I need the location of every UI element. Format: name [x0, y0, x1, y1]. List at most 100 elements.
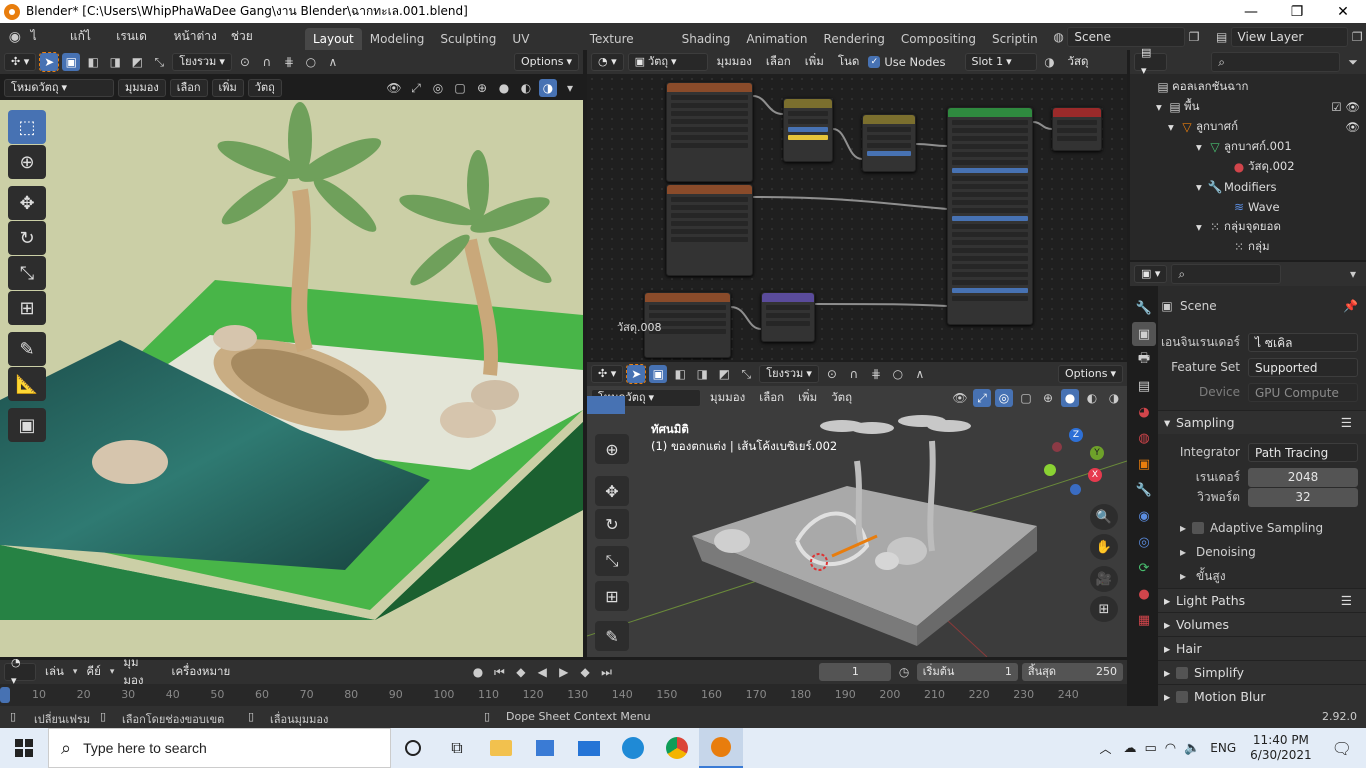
vp2-rotate-tool-icon[interactable]: ↻ [595, 509, 629, 539]
timeline-type-button[interactable]: ◔ ▾ [4, 656, 37, 687]
vp2-pivot-icon[interactable]: ⊙ [823, 365, 841, 383]
taskbar-search-box[interactable]: ⌕ Type here to search [48, 728, 391, 768]
motion-blur-section[interactable]: ▸ Motion Blur [1158, 684, 1366, 708]
view-layer-tab-icon[interactable]: ▤ [1132, 374, 1156, 398]
volume-icon[interactable]: 🔈 [1184, 741, 1200, 756]
shader-type-dropdown[interactable]: ▣ วัตถุ ▾ [627, 53, 708, 71]
adaptive-sampling-row[interactable]: ▸ Adaptive Sampling [1158, 517, 1366, 539]
add-menu[interactable]: เพิ่ม [211, 79, 244, 97]
menu-render[interactable]: เรนเดอร์ [109, 23, 166, 70]
scene-icon[interactable]: ◍ [1050, 28, 1068, 46]
normal-map-node[interactable] [761, 292, 815, 342]
select-mode-subtract-icon[interactable]: ◨ [106, 53, 124, 71]
scene-tab-icon[interactable]: ◕ [1132, 400, 1156, 424]
constraints-tab-icon[interactable]: ⟳ [1132, 556, 1156, 580]
select-menu[interactable]: เลือก [169, 79, 208, 97]
material-tab-icon[interactable]: ● [1132, 582, 1156, 606]
wifi-icon[interactable]: ◠ [1165, 741, 1176, 756]
modifier-tab-icon[interactable]: 🔧 [1132, 478, 1156, 502]
vp2-select-mode-subtract-icon[interactable]: ◨ [693, 365, 711, 383]
image-texture-node-1[interactable] [666, 82, 753, 182]
cortana-icon[interactable] [391, 728, 435, 768]
viewport-solid[interactable]: โหมดวัตถุ ▾ มุมมอง เลือก เพิ่ม วัตถุ 👁 ⤢… [587, 386, 1127, 657]
material-shading-icon[interactable]: ◐ [517, 79, 535, 97]
vp2-snap-target-icon[interactable]: ⋕ [867, 365, 885, 383]
sampling-section[interactable]: ▾ Sampling ☰ [1158, 410, 1366, 434]
clock[interactable]: 11:40 PM 6/30/2021 [1250, 733, 1312, 763]
vp2-annotate-tool-icon[interactable]: ✎ [595, 621, 629, 651]
vp2-select-mode-new-icon[interactable]: ▣ [649, 365, 668, 383]
device-dropdown[interactable]: GPU Compute [1248, 382, 1358, 402]
object-menu[interactable]: วัตถุ [247, 79, 282, 97]
node-view-menu[interactable]: มุมมอง [712, 53, 757, 71]
menu-window[interactable]: หน้าต่าง [167, 23, 224, 50]
tool-tab-icon[interactable]: 🔧 [1132, 296, 1156, 320]
tab-texture-paint[interactable]: Texture Paint [582, 28, 674, 68]
tray-chevron-icon[interactable]: ︿ [1099, 740, 1111, 757]
material-output-node[interactable] [1052, 107, 1102, 151]
select-mode-invert-icon[interactable]: ◩ [128, 53, 146, 71]
vp2-orientation-icon[interactable]: ⤡ [737, 365, 755, 383]
simplify-checkbox[interactable] [1176, 666, 1188, 679]
view-layer-icon[interactable]: ▤ [1213, 28, 1231, 46]
maximize-button[interactable]: ❐ [1274, 0, 1320, 23]
overlay-icon[interactable]: ◎ [429, 79, 447, 97]
add-cube-tool-icon[interactable]: ▣ [8, 408, 46, 442]
world-tab-icon[interactable]: ◍ [1132, 426, 1156, 450]
physics-tab-icon[interactable]: ◎ [1132, 530, 1156, 554]
pan-hand-icon[interactable]: ✋ [1090, 534, 1118, 560]
outliner-row[interactable]: ● วัสดุ.002 [1130, 157, 1366, 177]
outliner-type-button[interactable]: ▤ ▾ [1134, 46, 1168, 77]
render-samples-field[interactable]: 2048 [1248, 467, 1358, 487]
eye-icon[interactable]: 👁 [1345, 120, 1360, 134]
cloud-icon[interactable]: ☁ [1123, 741, 1136, 756]
navigation-gizmo[interactable]: Z Y X [1042, 426, 1112, 496]
vp2-move-tool-icon[interactable]: ✥ [595, 476, 629, 506]
gizmo-icon[interactable]: ⤢ [407, 79, 425, 97]
new-view-layer-icon[interactable]: ❐ [1348, 28, 1366, 46]
rendered-shading-icon[interactable]: ◑ [539, 79, 557, 97]
menu-edit[interactable]: แก้ไ ข [63, 23, 109, 70]
next-keyframe-icon[interactable]: ◆ [576, 663, 593, 681]
render-tab-icon[interactable]: ▣ [1132, 322, 1156, 346]
hue-saturation-node[interactable] [862, 114, 916, 172]
checkbox-icon[interactable]: ☑ 👁 [1331, 100, 1360, 114]
xray-icon[interactable]: ▢ [451, 79, 469, 97]
hair-section[interactable]: ▸ Hair [1158, 636, 1366, 660]
falloff-icon[interactable]: ∧ [324, 53, 342, 71]
vp2-select-mode-invert-icon[interactable]: ◩ [715, 365, 733, 383]
task-view-icon[interactable]: ⧉ [435, 728, 479, 768]
properties-search-icon[interactable]: ⌕ [1171, 264, 1282, 284]
marker-menu[interactable]: เครื่องหมาย [167, 663, 236, 681]
tab-sculpting[interactable]: Sculpting [432, 28, 504, 50]
vp2-editor-type-button[interactable]: ✣ ▾ [591, 365, 624, 383]
timeline-ruler[interactable]: 10 20 30 40 50 60 70 80 90 100 110 120 130 140 150 160 1… [0, 686, 1127, 706]
proportional-icon[interactable]: ○ [302, 53, 320, 71]
outliner-search-icon[interactable]: ⌕ [1211, 52, 1341, 72]
vp2-snap-icon[interactable]: ∩ [845, 365, 863, 383]
feature-set-dropdown[interactable]: Supported [1248, 357, 1358, 377]
outliner-row[interactable]: ▾ ▽ ลูกบาศก์ 👁 [1130, 117, 1366, 137]
vp2-options-dropdown[interactable]: Options ▾ [1058, 365, 1123, 383]
outliner-row[interactable]: ▤ คอลเลกชันฉาก [1130, 77, 1366, 97]
material-browse-icon[interactable]: ◑ [1041, 53, 1059, 71]
new-scene-icon[interactable]: ❐ [1185, 28, 1203, 46]
windows-start-icon[interactable] [0, 728, 48, 768]
language-indicator[interactable]: ENG [1210, 741, 1236, 755]
vp2-select-tool-icon[interactable]: ➤ [626, 364, 647, 384]
menu-help[interactable]: ช่วยเหลือ [224, 23, 286, 70]
simplify-section[interactable]: ▸ Simplify [1158, 660, 1366, 684]
use-nodes-checkbox[interactable]: ✓ [868, 56, 881, 68]
denoising-row[interactable]: ▸ Denoising [1158, 541, 1366, 563]
volumes-section[interactable]: ▸ Volumes [1158, 612, 1366, 636]
advanced-row[interactable]: ▸ ขั้นสูง [1158, 565, 1366, 587]
minimize-button[interactable]: — [1228, 0, 1274, 23]
snap-target-icon[interactable]: ⋕ [280, 53, 298, 71]
outliner-row[interactable]: ⁙ กลุ่ม [1130, 237, 1366, 257]
principled-bsdf-node[interactable] [947, 107, 1033, 325]
select-mode-extend-icon[interactable]: ◧ [84, 53, 102, 71]
view-menu[interactable]: มุมมอง [118, 79, 166, 97]
end-frame-field[interactable]: สิ้นสุด 250 [1021, 663, 1124, 681]
playback-menu[interactable]: เล่น [40, 663, 69, 681]
rotate-tool-icon[interactable]: ↻ [8, 221, 46, 255]
